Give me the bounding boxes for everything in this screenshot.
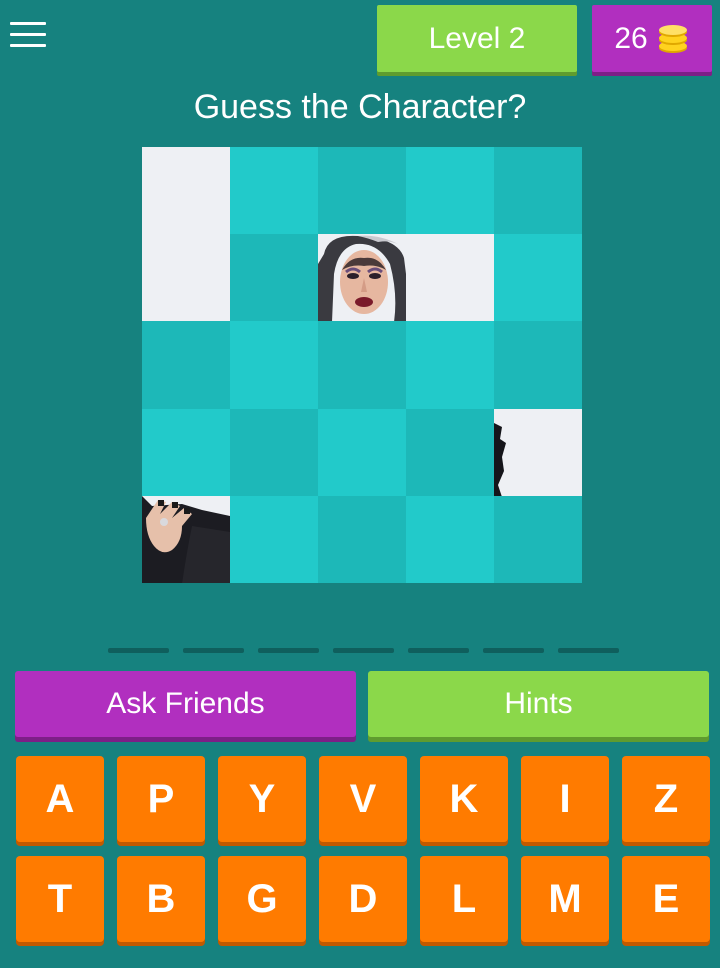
coin-stack-icon	[658, 24, 687, 53]
revealed-tile-hand	[142, 495, 230, 583]
answer-slot[interactable]	[558, 648, 619, 653]
hidden-tile[interactable]	[406, 321, 494, 409]
letter-key[interactable]: I	[521, 756, 609, 842]
hamburger-menu-icon	[10, 22, 46, 25]
hidden-tile[interactable]	[230, 234, 318, 322]
letter-key[interactable]: G	[218, 856, 306, 942]
letter-key[interactable]: K	[420, 756, 508, 842]
keyboard-row-1: A P Y V K I Z	[16, 756, 710, 842]
hidden-tile[interactable]	[494, 495, 582, 583]
revealed-tile-r2c1	[142, 234, 230, 322]
level-label: Level 2	[428, 21, 526, 55]
hidden-tile[interactable]	[142, 321, 230, 409]
answer-slot[interactable]	[483, 648, 544, 653]
hints-button[interactable]: Hints	[368, 671, 709, 737]
menu-button[interactable]	[10, 22, 46, 54]
letter-key[interactable]: Z	[622, 756, 710, 842]
revealed-tile-face	[318, 234, 406, 322]
hidden-tile[interactable]	[494, 234, 582, 322]
letter-key[interactable]: M	[521, 856, 609, 942]
letter-key[interactable]: Y	[218, 756, 306, 842]
hidden-tile[interactable]	[494, 321, 582, 409]
letter-key[interactable]: B	[117, 856, 205, 942]
answer-slot[interactable]	[408, 648, 469, 653]
dress-photo-fragment	[494, 408, 582, 496]
answer-slot[interactable]	[183, 648, 244, 653]
question-text: Guess the Character?	[193, 88, 527, 126]
hidden-tile[interactable]	[318, 495, 406, 583]
hidden-tile[interactable]	[230, 408, 318, 496]
hidden-tile[interactable]	[318, 408, 406, 496]
answer-slot[interactable]	[258, 648, 319, 653]
letter-key[interactable]: L	[420, 856, 508, 942]
coins-count: 26	[614, 21, 648, 55]
hidden-tile[interactable]	[494, 147, 582, 235]
puzzle-grid	[142, 147, 582, 583]
face-photo-fragment	[318, 234, 406, 322]
letter-key[interactable]: T	[16, 856, 104, 942]
hidden-tile[interactable]	[142, 408, 230, 496]
hidden-tile[interactable]	[230, 321, 318, 409]
letter-key[interactable]: P	[117, 756, 205, 842]
hidden-tile[interactable]	[230, 495, 318, 583]
revealed-tile-r1c1	[142, 147, 230, 235]
hidden-tile[interactable]	[406, 495, 494, 583]
hidden-tile[interactable]	[406, 408, 494, 496]
hidden-tile[interactable]	[230, 147, 318, 235]
answer-slot[interactable]	[108, 648, 169, 653]
hand-photo-fragment	[142, 495, 230, 583]
answer-slots	[108, 648, 619, 653]
hidden-tile[interactable]	[318, 321, 406, 409]
answer-slot[interactable]	[333, 648, 394, 653]
ask-friends-button[interactable]: Ask Friends	[15, 671, 356, 737]
letter-key[interactable]: A	[16, 756, 104, 842]
letter-key[interactable]: D	[319, 856, 407, 942]
revealed-tile-r2c4	[406, 234, 494, 322]
letter-keyboard: A P Y V K I Z T B G D L M E	[16, 756, 710, 956]
letter-key[interactable]: V	[319, 756, 407, 842]
keyboard-row-2: T B G D L M E	[16, 856, 710, 942]
level-badge: Level 2	[377, 5, 577, 72]
coins-badge[interactable]: 26	[592, 5, 712, 72]
letter-key[interactable]: E	[622, 856, 710, 942]
hidden-tile[interactable]	[406, 147, 494, 235]
revealed-tile-r4c5	[494, 408, 582, 496]
hidden-tile[interactable]	[318, 147, 406, 235]
